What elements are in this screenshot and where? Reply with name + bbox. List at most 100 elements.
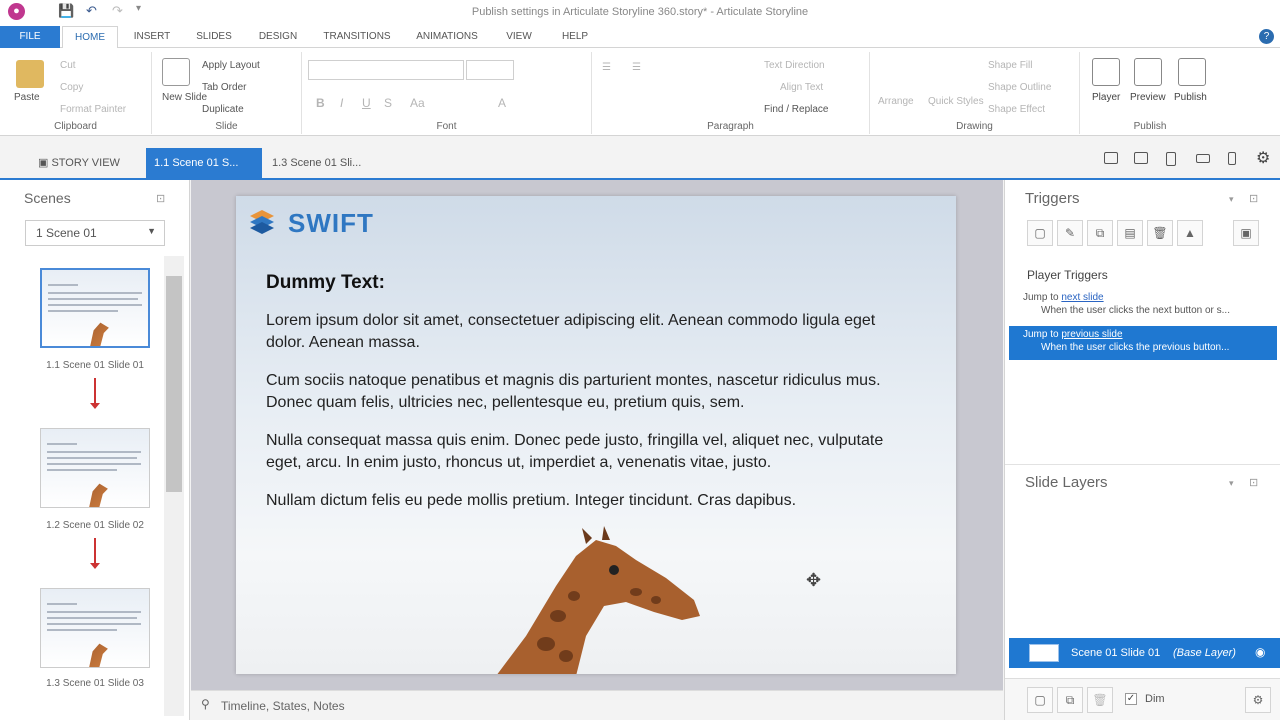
- quick-styles-button[interactable]: Quick Styles: [928, 96, 984, 107]
- tab-help[interactable]: HELP: [550, 26, 600, 48]
- tablet-landscape-icon[interactable]: [1134, 152, 1148, 164]
- slide-stage[interactable]: SWIFT Dummy Text: Lorem ipsum dolor sit …: [236, 196, 956, 674]
- branch-arrow-1: [90, 378, 100, 409]
- font-family-select[interactable]: [308, 60, 464, 80]
- tab-animations[interactable]: ANIMATIONS: [404, 26, 490, 48]
- copy-button[interactable]: Copy: [60, 82, 83, 93]
- align-text-button[interactable]: Align Text: [780, 82, 823, 93]
- paste-button[interactable]: Paste: [14, 92, 40, 103]
- publish-button[interactable]: Publish: [1174, 92, 1207, 103]
- preview-button[interactable]: Preview: [1130, 92, 1166, 103]
- paste-trigger-icon[interactable]: ▤: [1117, 220, 1143, 246]
- italic-icon[interactable]: I: [340, 96, 343, 110]
- phone-landscape-icon[interactable]: [1196, 154, 1210, 163]
- tab-slide-1-1[interactable]: 1.1 Scene 01 S...: [146, 148, 262, 178]
- shape-effect-button[interactable]: Shape Effect: [988, 104, 1045, 115]
- paragraph-group: ☰ ☰ Text Direction Align Text Find / Rep…: [592, 52, 870, 134]
- slide-label-2: 1.2 Scene 01 Slide 02: [46, 520, 144, 531]
- scene-select[interactable]: 1 Scene 01 ▼: [25, 220, 165, 246]
- new-slide-button[interactable]: New Slide: [162, 92, 207, 103]
- story-view-label: STORY VIEW: [51, 157, 120, 169]
- arrange-button[interactable]: Arrange: [878, 96, 914, 107]
- tab-insert[interactable]: INSERT: [124, 26, 180, 48]
- font-size-select[interactable]: [466, 60, 514, 80]
- player-icon[interactable]: [1092, 58, 1120, 86]
- duplicate-button[interactable]: Duplicate: [202, 104, 244, 115]
- slide-paragraph-3: Nulla consequat massa quis enim. Donec p…: [266, 432, 884, 471]
- eye-icon[interactable]: ◉: [1255, 645, 1265, 659]
- move-up-icon[interactable]: ▲: [1177, 220, 1203, 246]
- publish-group: Player Preview Publish Publish: [1080, 52, 1220, 134]
- copy-trigger-icon[interactable]: ⧉: [1087, 220, 1113, 246]
- font-label: Font: [436, 121, 457, 132]
- font-color-icon[interactable]: A: [498, 96, 506, 110]
- shape-outline-button[interactable]: Shape Outline: [988, 82, 1051, 93]
- collapse-icon[interactable]: ▾: [1229, 194, 1234, 205]
- cut-button[interactable]: Cut: [60, 60, 76, 71]
- find-replace-button[interactable]: Find / Replace: [764, 104, 828, 115]
- new-trigger-icon[interactable]: ▢: [1027, 220, 1053, 246]
- slide-label-1: 1.1 Scene 01 Slide 01: [46, 360, 144, 371]
- publish-icon[interactable]: [1178, 58, 1206, 86]
- panel-divider: [1005, 464, 1280, 465]
- tab-design[interactable]: DESIGN: [248, 26, 308, 48]
- slide-thumbnail-2[interactable]: [40, 428, 150, 508]
- base-layer-row[interactable]: Scene 01 Slide 01 (Base Layer) ◉: [1009, 638, 1280, 668]
- apply-layout-button[interactable]: Apply Layout: [202, 60, 260, 71]
- tab-home[interactable]: HOME: [62, 26, 118, 49]
- base-layer-tag: (Base Layer): [1173, 647, 1236, 659]
- tablet-portrait-icon[interactable]: [1166, 152, 1176, 166]
- shape-fill-button[interactable]: Shape Fill: [988, 60, 1032, 71]
- scenes-scrollbar-thumb[interactable]: [166, 276, 182, 492]
- new-slide-icon[interactable]: [162, 58, 190, 86]
- layer-settings-icon[interactable]: ⚙: [1245, 687, 1271, 713]
- tab-order-button[interactable]: Tab Order: [202, 82, 246, 93]
- pin-icon[interactable]: ⊡: [1249, 192, 1258, 205]
- text-direction-button[interactable]: Text Direction: [764, 60, 825, 71]
- preview-icon[interactable]: [1134, 58, 1162, 86]
- edit-trigger-icon[interactable]: ✎: [1057, 220, 1083, 246]
- trigger-target-link[interactable]: next slide: [1061, 292, 1103, 303]
- tab-file[interactable]: FILE: [0, 26, 60, 48]
- underline-icon[interactable]: U: [362, 96, 371, 110]
- tab-view[interactable]: VIEW: [494, 26, 544, 48]
- slide-paragraph-1: Lorem ipsum dolor sit amet, consectetuer…: [266, 312, 876, 351]
- paste-icon[interactable]: [16, 60, 44, 88]
- tab-slides[interactable]: SLIDES: [186, 26, 242, 48]
- pin-icon[interactable]: ⊡: [156, 192, 165, 205]
- trigger-settings-icon[interactable]: ▣: [1233, 220, 1259, 246]
- new-layer-icon[interactable]: ▢: [1027, 687, 1053, 713]
- slide-thumbnail-1[interactable]: [40, 268, 150, 348]
- slide-paragraph-2: Cum sociis natoque penatibus et magnis d…: [266, 372, 881, 411]
- numbering-icon[interactable]: ☰: [632, 62, 641, 73]
- strikethrough-icon[interactable]: S: [384, 96, 392, 110]
- tab-slide-1-3[interactable]: 1.3 Scene 01 Sli...: [264, 148, 369, 178]
- tab-story-view[interactable]: ▣ STORY VIEW: [30, 148, 128, 178]
- paragraph-label: Paragraph: [707, 121, 754, 132]
- base-layer-name: Scene 01 Slide 01: [1071, 647, 1161, 659]
- bold-icon[interactable]: B: [316, 96, 325, 110]
- gear-icon[interactable]: ⚙: [1256, 148, 1270, 168]
- duplicate-layer-icon[interactable]: ⧉: [1057, 687, 1083, 713]
- dim-checkbox[interactable]: ✓: [1125, 693, 1137, 705]
- font-size-icon[interactable]: Aa: [410, 96, 425, 110]
- slide-thumbnail-3[interactable]: [40, 588, 150, 668]
- phone-portrait-icon[interactable]: [1228, 152, 1236, 165]
- player-button[interactable]: Player: [1092, 92, 1120, 103]
- trigger-next-slide[interactable]: Jump to next slide When the user clicks …: [1009, 292, 1277, 322]
- trigger-previous-slide[interactable]: Jump to previous slide When the user cli…: [1009, 326, 1277, 360]
- delete-trigger-icon[interactable]: 🗑: [1147, 220, 1173, 246]
- trigger-target-link[interactable]: previous slide: [1061, 329, 1122, 340]
- timeline-bar[interactable]: ⚲ Timeline, States, Notes: [191, 690, 1003, 720]
- desktop-icon[interactable]: [1104, 152, 1118, 164]
- bullets-icon[interactable]: ☰: [602, 62, 611, 73]
- collapse-icon[interactable]: ▾: [1229, 478, 1234, 489]
- pin-icon: ⚲: [201, 697, 210, 711]
- help-icon[interactable]: ?: [1259, 29, 1274, 44]
- delete-layer-icon[interactable]: 🗑: [1087, 687, 1113, 713]
- slide-heading: Dummy Text:: [266, 272, 385, 293]
- format-painter-button[interactable]: Format Painter: [60, 104, 126, 115]
- clipboard-group: Paste Cut Copy Format Painter Clipboard: [0, 52, 152, 134]
- pin-icon[interactable]: ⊡: [1249, 476, 1258, 489]
- tab-transitions[interactable]: TRANSITIONS: [314, 26, 400, 48]
